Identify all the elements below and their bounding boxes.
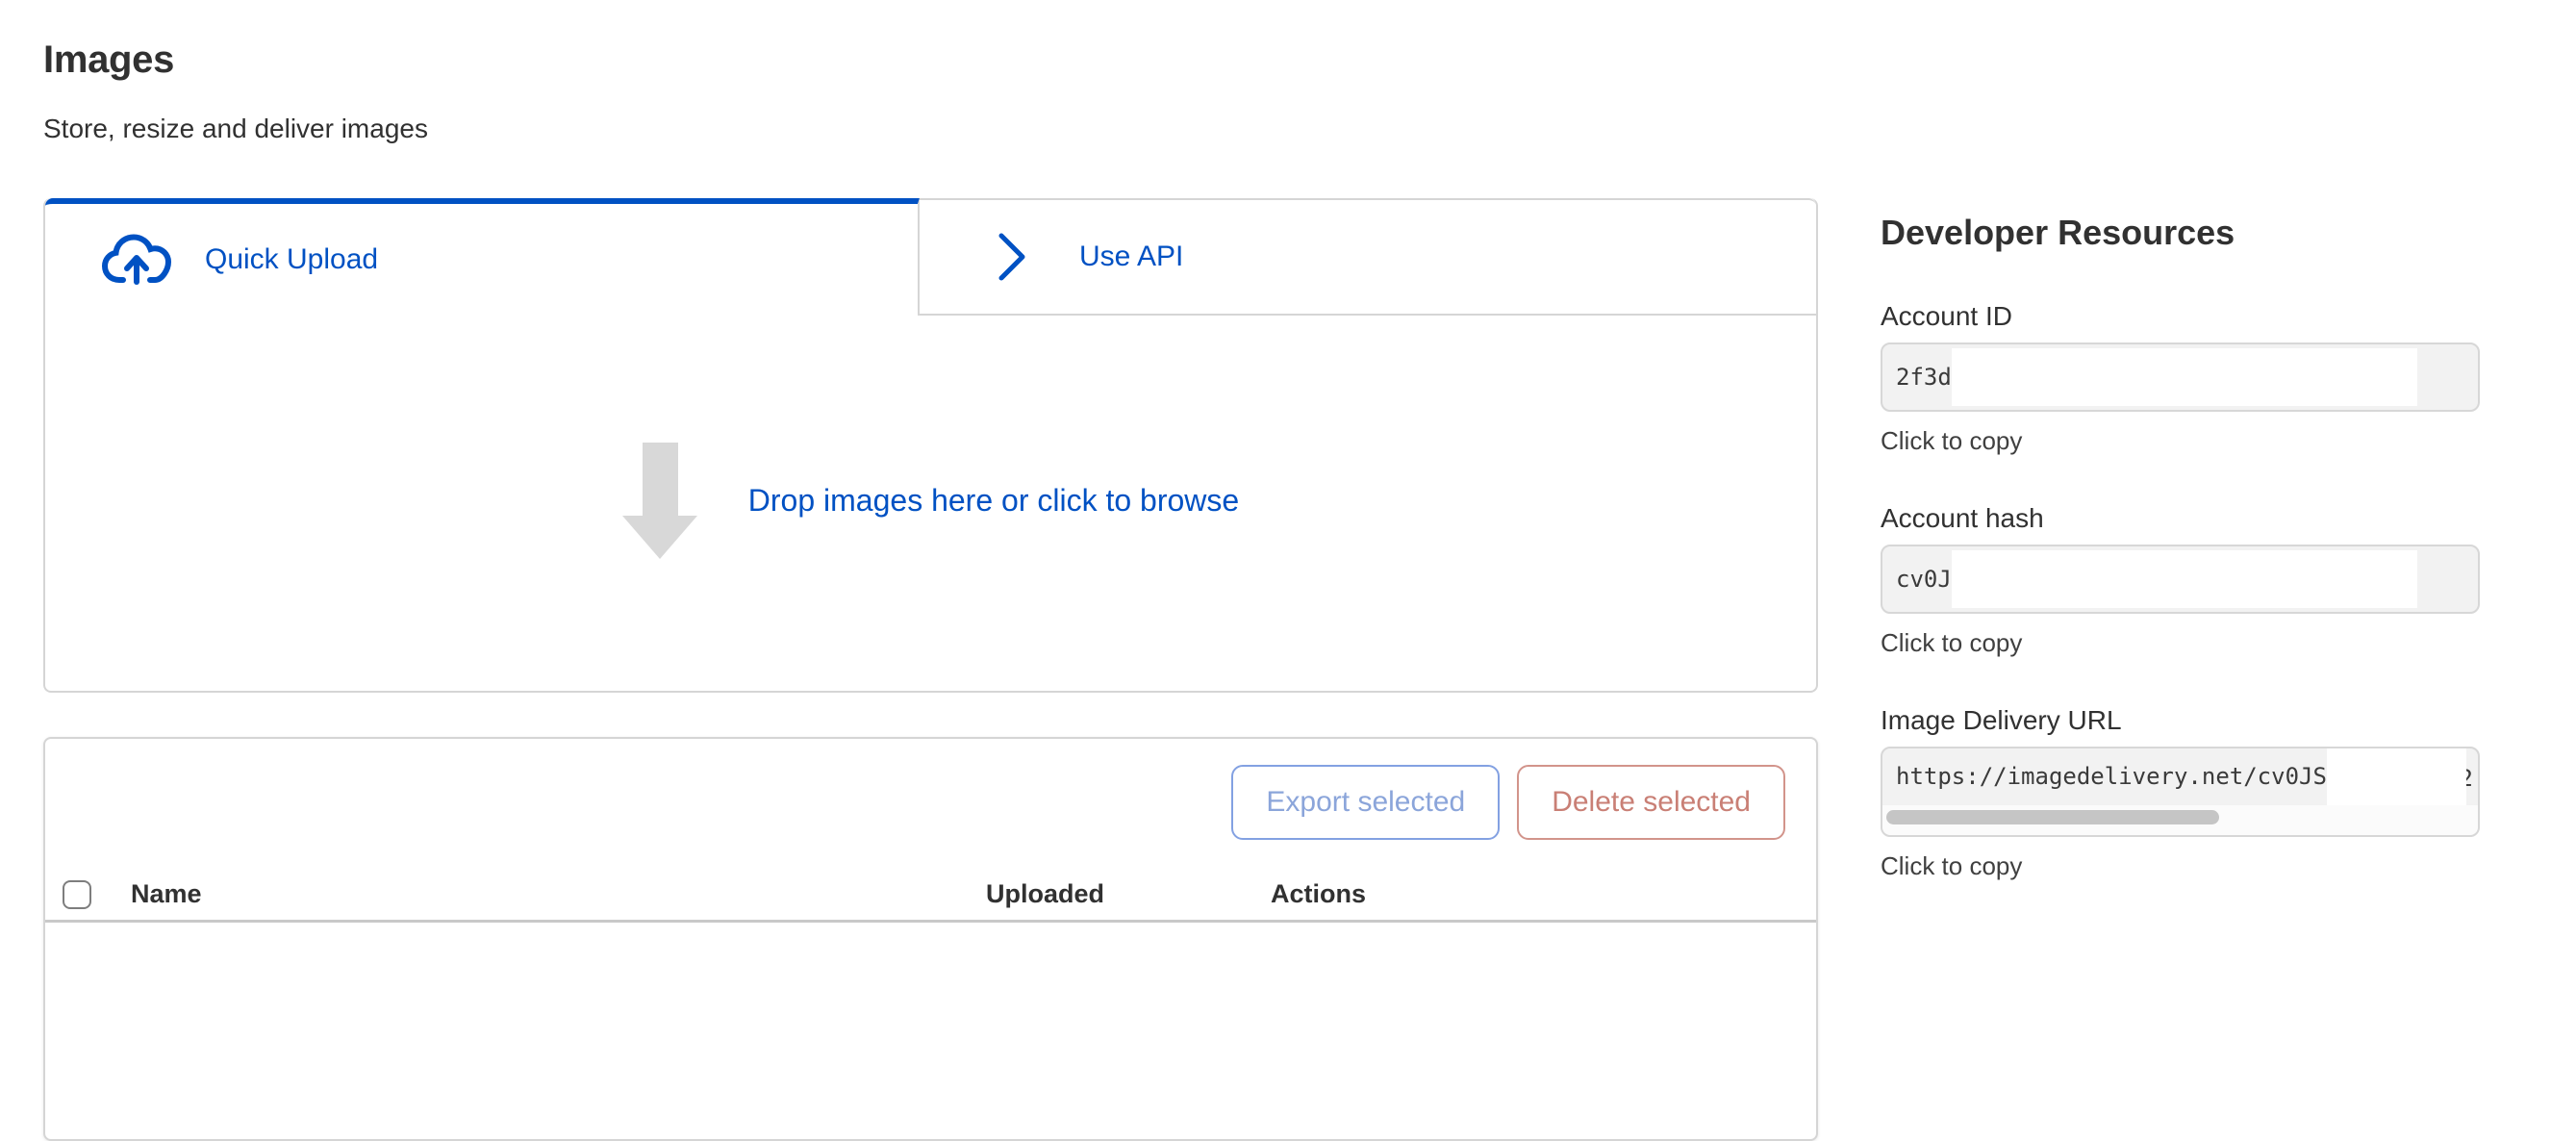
account-id-copy-field[interactable]: 2f3d — [1881, 342, 2480, 412]
arrow-down-icon — [622, 443, 698, 559]
table-header-row: Name Uploaded Actions — [45, 869, 1816, 923]
table-body — [45, 923, 1816, 980]
tab-quick-upload-label: Quick Upload — [205, 243, 378, 276]
tab-use-api-label: Use API — [1079, 241, 1183, 273]
chevron-right-icon — [998, 230, 1026, 284]
url-scrollbar-thumb[interactable] — [1886, 810, 2219, 824]
account-id-value: 2f3d — [1896, 364, 1952, 391]
image-delivery-url-value-row: https://imagedelivery.net/cv0JSj 2 — [1882, 748, 2478, 805]
cloud-upload-icon — [102, 234, 171, 286]
column-header-uploaded: Uploaded — [986, 879, 1271, 909]
upload-panel: Quick Upload Use API Drop images here or… — [43, 198, 1818, 693]
image-delivery-url-label: Image Delivery URL — [1881, 706, 2480, 735]
table-toolbar: Export selected Delete selected — [45, 739, 1816, 840]
page-subtitle: Store, resize and deliver images — [43, 114, 1818, 144]
redaction-overlay — [2327, 748, 2466, 805]
select-all-checkbox[interactable] — [63, 880, 91, 909]
delete-selected-button[interactable]: Delete selected — [1517, 765, 1785, 840]
tab-use-api[interactable]: Use API — [920, 198, 1816, 316]
url-horizontal-scrollbar — [1882, 805, 2478, 835]
select-all-cell — [63, 880, 131, 909]
image-dropzone[interactable]: Drop images here or click to browse — [45, 316, 1816, 685]
main-column: Images Store, resize and deliver images … — [43, 0, 1818, 1141]
column-header-actions: Actions — [1271, 879, 1816, 909]
images-table-card: Export selected Delete selected Name Upl… — [43, 737, 1818, 1141]
page-title: Images — [43, 38, 1818, 81]
account-id-label: Account ID — [1881, 302, 2480, 331]
tab-bar: Quick Upload Use API — [45, 198, 1816, 316]
account-id-copy-hint: Click to copy — [1881, 427, 2480, 454]
developer-resources-panel: Developer Resources Account ID 2f3d Clic… — [1881, 0, 2480, 1141]
account-hash-copy-hint: Click to copy — [1881, 629, 2480, 656]
column-header-name: Name — [131, 879, 986, 909]
image-delivery-url-value: https://imagedelivery.net/cv0JSj — [1896, 763, 2340, 790]
sidebar-title: Developer Resources — [1881, 214, 2480, 252]
account-hash-label: Account hash — [1881, 504, 2480, 533]
export-selected-button[interactable]: Export selected — [1231, 765, 1500, 840]
redaction-overlay — [1952, 550, 2417, 608]
image-delivery-url-copy-hint: Click to copy — [1881, 852, 2480, 879]
redaction-overlay — [1952, 348, 2417, 406]
account-hash-copy-field[interactable]: cv0J — [1881, 545, 2480, 614]
tab-quick-upload[interactable]: Quick Upload — [45, 198, 920, 316]
dropzone-label: Drop images here or click to browse — [748, 483, 1239, 519]
account-hash-value: cv0J — [1896, 566, 1952, 593]
page: Images Store, resize and deliver images … — [0, 0, 2576, 1141]
image-delivery-url-copy-field[interactable]: https://imagedelivery.net/cv0JSj 2 — [1881, 747, 2480, 837]
